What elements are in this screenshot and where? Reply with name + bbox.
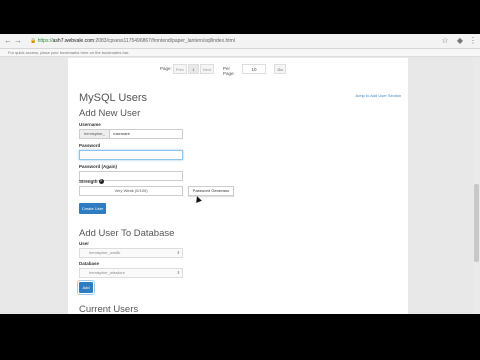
per-page-label: Per Page: — [223, 66, 235, 76]
url-field[interactable]: 🔒 https://ash7.webvale.com:2083/cpsess11… — [30, 36, 430, 46]
user-select-value: hemispher_wm8k — [89, 250, 121, 255]
menu-icon[interactable]: ⋮ — [468, 36, 478, 46]
username-field[interactable]: hemispher_ rosemare — [79, 129, 183, 139]
lock-icon: 🔒 — [30, 38, 37, 44]
add-user-to-db-button[interactable]: Add — [77, 280, 95, 295]
password-field[interactable] — [79, 150, 183, 160]
add-user-heading: Add New User — [79, 108, 141, 119]
strength-label: Strength? — [79, 179, 104, 184]
forward-icon[interactable]: → — [14, 36, 22, 45]
database-select[interactable]: hemispher_wfsstore ⬍ — [79, 268, 183, 278]
scrollbar-thumb[interactable] — [474, 184, 479, 262]
address-bar: ← → 🔒 https://ash7.webvale.com:2083/cpse… — [0, 34, 480, 49]
user-label: User — [79, 241, 90, 246]
help-icon[interactable]: ? — [98, 179, 104, 184]
back-icon[interactable]: ← — [4, 36, 12, 45]
go-button[interactable]: Go — [274, 64, 286, 74]
page-label: Page: — [160, 66, 172, 71]
chevron-down-icon: ⬍ — [176, 270, 180, 275]
current-page[interactable]: 1 — [188, 64, 199, 74]
add-to-db-heading: Add User To Database — [79, 228, 175, 239]
jump-link[interactable]: Jump to Add User Section — [355, 93, 401, 98]
strength-meter: Very Weak (0/100) — [79, 186, 183, 196]
strength-label-text: Strength — [79, 179, 98, 184]
database-label: Database — [79, 261, 100, 266]
current-users-heading: Current Users — [79, 304, 139, 314]
prev-page-button[interactable]: Prev — [173, 64, 187, 74]
url-scheme: https:// — [37, 38, 53, 44]
chevron-down-icon: ⬍ — [176, 250, 180, 255]
username-prefix: hemispher_ — [80, 130, 110, 138]
username-value: rosemare — [113, 131, 130, 136]
password-label: Password — [79, 143, 101, 148]
page-content: Page: Prev 1 Next Per Page: 10 Go MySQL … — [68, 58, 408, 314]
create-user-button[interactable]: Create User — [79, 203, 106, 214]
screen: ← → 🔒 https://ash7.webvale.com:2083/cpse… — [0, 34, 480, 314]
page-title: MySQL Users — [79, 92, 148, 104]
per-page-select[interactable]: 10 — [242, 64, 266, 74]
url-path: :2083/cpsess1175496867/frontend/paper_la… — [94, 38, 235, 44]
next-page-button[interactable]: Next — [200, 64, 214, 74]
extension-icon[interactable]: ◆ — [455, 36, 465, 46]
user-select[interactable]: hemispher_wm8k ⬍ — [79, 248, 183, 258]
bookmarks-bar: For quick access, place your bookmarks h… — [0, 49, 480, 57]
password-again-label: Password (Again) — [79, 164, 118, 169]
password-generator-button[interactable]: Password Generator — [188, 186, 234, 196]
star-icon[interactable]: ☆ — [440, 36, 450, 46]
url-host: ash7.webvale.com — [52, 38, 95, 44]
database-select-value: hemispher_wfsstore — [89, 270, 125, 275]
username-label: Username — [79, 122, 101, 127]
